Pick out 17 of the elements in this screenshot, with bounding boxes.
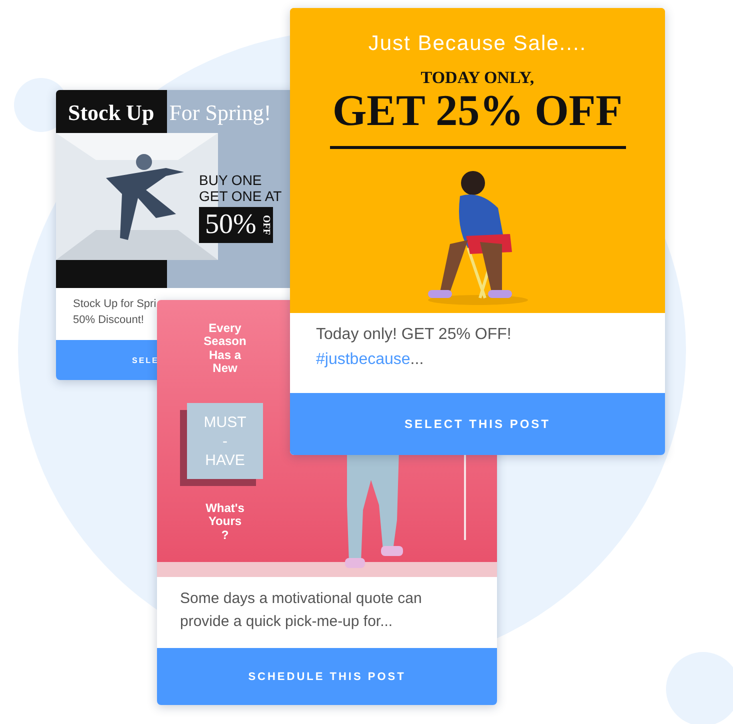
offer-text: BUY ONE (199, 172, 263, 188)
quote-text: Every Season Has a New (202, 322, 248, 376)
quote-text: What's Yours ? (204, 502, 246, 542)
post-headline: For Spring! (169, 100, 272, 126)
post-caption: Some days a motivational quote can provide a quick pick-me-up for... (180, 589, 423, 632)
post-caption: Stock Up for Spri (73, 297, 158, 312)
discount-label: OFF (260, 215, 272, 235)
discount-value: 50% (205, 209, 256, 241)
schedule-button[interactable]: SCHEDULE THIS POST (157, 648, 497, 705)
select-button[interactable]: SELECT THIS POST (290, 393, 665, 455)
post-caption: Today only! GET 25% OFF! #justbecause... (316, 325, 512, 370)
post-caption: 50% Discount! (73, 313, 145, 328)
hashtag-link[interactable]: #justbecause (316, 350, 410, 368)
post-headline: Stock Up (68, 100, 154, 126)
select-button[interactable]: SELE (56, 340, 157, 380)
offer-text: GET ONE AT (199, 188, 282, 204)
tile-text: MUST - HAVE (204, 412, 246, 470)
